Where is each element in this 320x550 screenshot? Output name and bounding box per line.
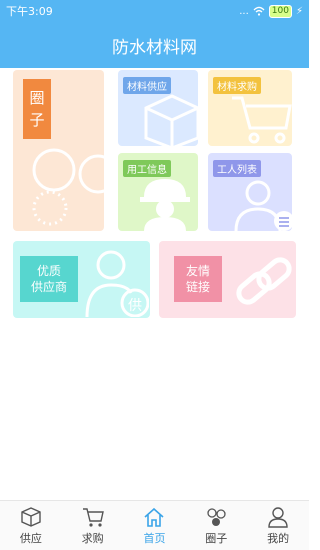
tile-material-supply[interactable]: 材料供应 <box>118 70 198 146</box>
worker-list-label: 工人列表 <box>213 160 261 177</box>
nav-item-supply[interactable]: 供应 <box>0 501 62 550</box>
tile-friend-links[interactable]: 友情 链接 <box>159 241 296 318</box>
nav-label-home: 首页 <box>143 531 166 545</box>
app-header: 防水材料网 <box>0 22 309 68</box>
circle-label-line1: 圈 <box>29 89 45 107</box>
signal-icon: ... <box>239 5 249 17</box>
home-icon <box>144 507 165 527</box>
nav-item-home[interactable]: 首页 <box>124 501 186 550</box>
tile-material-buy[interactable]: 材料求购 <box>208 70 292 146</box>
box-art-icon <box>144 94 198 146</box>
wifi-icon <box>253 6 265 16</box>
page-title: 防水材料网 <box>112 37 197 58</box>
circles-art-icon <box>32 148 104 226</box>
battery-icon: 100 <box>268 4 292 18</box>
nav-label-buy: 求购 <box>81 531 104 545</box>
circles-icon <box>207 507 226 526</box>
link-chain-icon <box>236 257 292 305</box>
nav-item-mine[interactable]: 我的 <box>247 501 309 550</box>
status-icons: ... 100 ⚡ <box>239 4 303 18</box>
bottom-nav: 供应 求购 首页 圈子 我的 <box>0 500 309 550</box>
quality-label-line2: 供应商 <box>30 280 67 294</box>
circle-badge: 圈 子 <box>23 79 51 139</box>
status-bar: 下午3:09 ... 100 ⚡ <box>0 0 309 22</box>
nav-label-mine: 我的 <box>267 531 290 545</box>
friend-label-line1: 友情 <box>185 264 210 278</box>
nav-label-circle: 圈子 <box>205 531 228 545</box>
supplier-char: 供 <box>128 298 142 314</box>
person-list-icon <box>234 180 292 231</box>
nav-item-circle[interactable]: 圈子 <box>185 501 247 550</box>
circle-label-line2: 子 <box>29 111 45 129</box>
friend-links-badge: 友情 链接 <box>174 256 222 302</box>
worker-helmet-icon <box>140 179 190 231</box>
cart-icon <box>82 507 104 527</box>
tile-circle[interactable]: 圈 子 <box>13 70 104 231</box>
nav-item-buy[interactable]: 求购 <box>62 501 124 550</box>
nav-label-supply: 供应 <box>19 531 42 545</box>
person-icon <box>268 506 288 528</box>
box-icon <box>21 506 41 527</box>
charging-icon: ⚡ <box>295 5 303 17</box>
tile-work-info[interactable]: 用工信息 <box>118 153 198 231</box>
status-time: 下午3:09 <box>6 5 53 18</box>
tile-worker-list[interactable]: 工人列表 <box>208 153 292 231</box>
friend-label-line2: 链接 <box>185 280 210 294</box>
quality-supplier-badge: 优质 供应商 <box>20 256 78 302</box>
cart-art-icon <box>232 96 292 144</box>
quality-label-line1: 优质 <box>36 264 61 278</box>
tile-quality-supplier[interactable]: 优质 供应商 供 <box>13 241 150 318</box>
